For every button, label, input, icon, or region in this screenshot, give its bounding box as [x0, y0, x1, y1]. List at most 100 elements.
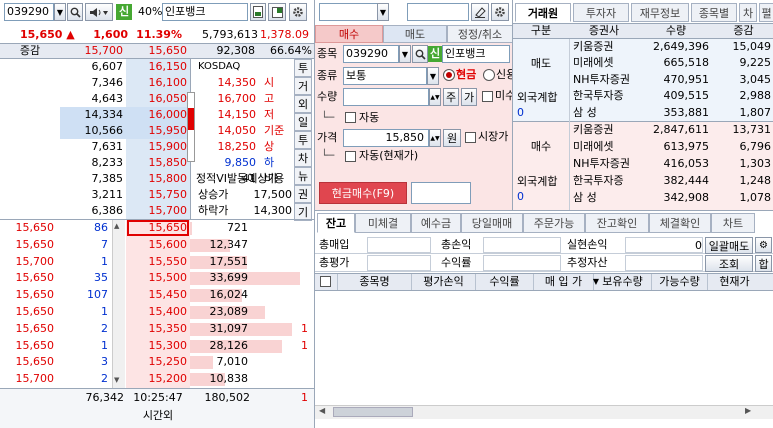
- order-gear-icon[interactable]: [491, 3, 509, 21]
- memo-icon[interactable]: [250, 3, 266, 21]
- order-stock-name: 인포뱅크: [442, 45, 510, 63]
- summary-field-1[interactable]: [367, 255, 431, 271]
- order-type-dropdown[interactable]: ▼: [427, 67, 439, 85]
- credit-radio[interactable]: [483, 69, 495, 81]
- side-tab[interactable]: 외: [294, 95, 312, 113]
- order-extra-field[interactable]: [411, 182, 471, 204]
- broker-tab[interactable]: 펼: [759, 3, 773, 22]
- order-search-icon[interactable]: [412, 45, 428, 63]
- account-tab[interactable]: 미체결: [355, 213, 411, 233]
- account-tab[interactable]: 당일매매: [461, 213, 523, 233]
- tab-sell[interactable]: 매도: [383, 25, 447, 43]
- scroll-up-arrow[interactable]: ▲: [114, 222, 119, 230]
- summary-field-1[interactable]: [367, 237, 431, 253]
- stock-code-input[interactable]: 039290: [4, 3, 54, 21]
- select-all-checkbox[interactable]: [320, 276, 331, 287]
- order-price-input[interactable]: 15,850: [343, 129, 429, 147]
- foreign-buy-label: 외국계합: [517, 175, 558, 188]
- holdings-grid: [315, 291, 773, 405]
- summary-action[interactable]: 조회: [705, 255, 753, 272]
- bid-qty: 721: [227, 221, 248, 234]
- account-tab[interactable]: 차트: [711, 213, 755, 233]
- qty-shares-button[interactable]: 주: [443, 88, 459, 106]
- account-tab[interactable]: 체결확인: [649, 213, 711, 233]
- qty-price-button[interactable]: 가: [461, 88, 477, 106]
- auto-price-checkbox[interactable]: [345, 151, 356, 162]
- side-tab[interactable]: 투: [294, 131, 312, 149]
- account-tab[interactable]: 예수금: [411, 213, 461, 233]
- summary-action[interactable]: 일괄매도: [705, 237, 753, 254]
- side-tab[interactable]: 차: [294, 149, 312, 167]
- trade-price: 15,650: [15, 237, 55, 251]
- broker-tab[interactable]: 차: [739, 3, 757, 22]
- ask-qty: 7,346: [91, 76, 124, 89]
- market-price-checkbox[interactable]: [465, 132, 476, 143]
- side-tab[interactable]: 권: [294, 185, 312, 203]
- order-top-select[interactable]: [319, 3, 379, 21]
- order-panel: ▼ 매수 매도 정정/취소 종목 039290 ▼ 신 인포뱅크 종류 보통 ▼…: [314, 0, 512, 210]
- search-icon[interactable]: [67, 3, 83, 21]
- trade-price: 15,650: [15, 355, 55, 369]
- cash-buy-button[interactable]: 현금매수(F9): [319, 182, 407, 204]
- order-top-dropdown[interactable]: ▼: [377, 3, 389, 21]
- broker-sell-qty: 2,649,396: [653, 40, 709, 53]
- order-code-dropdown[interactable]: ▼: [399, 45, 411, 63]
- ask-qty: 8,233: [91, 156, 124, 169]
- broker-buy-change: 1,303: [739, 157, 772, 170]
- broker-sell-qty: 665,518: [663, 56, 710, 70]
- side-tab[interactable]: 일: [294, 113, 312, 131]
- broker-tab[interactable]: 종목별: [691, 3, 737, 22]
- market-name: KOSDAQ: [198, 61, 241, 72]
- trade-scrollbar[interactable]: [112, 220, 125, 388]
- header-low: 15,650: [148, 44, 188, 57]
- broker-tab[interactable]: 거래원: [515, 3, 571, 22]
- auto-qty-checkbox[interactable]: [345, 112, 356, 123]
- trade-price: 15,650: [15, 221, 55, 234]
- type-label: 종류: [317, 69, 338, 82]
- eraser-icon[interactable]: [471, 3, 489, 21]
- link-icon[interactable]: [268, 3, 286, 21]
- footer-extra: 1: [301, 391, 308, 404]
- tab-modify-cancel[interactable]: 정정/취소: [447, 25, 512, 43]
- qty-spinner[interactable]: ▲▼: [429, 88, 441, 106]
- order-code-input[interactable]: 039290: [343, 45, 399, 63]
- ask-price: 16,000: [148, 108, 188, 121]
- lower-value: 14,300: [253, 204, 293, 217]
- speaker-icon[interactable]: [85, 3, 113, 21]
- ask-qty: 10,566: [84, 124, 124, 137]
- broker-tab[interactable]: 투자자: [573, 3, 629, 22]
- ask-price: 16,100: [148, 76, 188, 89]
- code-dropdown-button[interactable]: ▼: [54, 3, 66, 21]
- side-tab[interactable]: 거: [294, 77, 312, 95]
- summary-field-2[interactable]: [483, 255, 561, 271]
- gear-icon[interactable]: [289, 3, 307, 21]
- price-won-button[interactable]: 원: [443, 129, 461, 147]
- side-tab[interactable]: 뉴: [294, 167, 312, 185]
- summary-sum[interactable]: 합: [755, 255, 772, 272]
- broker-buy-qty: 382,444: [663, 174, 710, 187]
- cash-radio[interactable]: [443, 69, 455, 81]
- info-value: 18,250: [217, 140, 257, 153]
- account-tab[interactable]: 주문가능: [523, 213, 585, 233]
- hscroll-right-arrow[interactable]: ▶: [745, 406, 751, 415]
- hscroll-thumb[interactable]: [333, 407, 413, 417]
- unfilled-checkbox[interactable]: [482, 91, 493, 102]
- holdings-col-dropdown[interactable]: ▼: [591, 274, 601, 290]
- vi-label: 정적VI발동예상가: [196, 172, 278, 185]
- side-tab[interactable]: 투: [294, 59, 312, 77]
- account-gear-icon[interactable]: ⚙: [755, 237, 772, 253]
- broker-buy-qty: 416,053: [663, 157, 710, 170]
- account-tab[interactable]: 잔고확인: [585, 213, 649, 233]
- bid-price: 15,600: [148, 237, 188, 251]
- summary-field-2[interactable]: [483, 237, 561, 253]
- account-tab[interactable]: 잔고: [317, 213, 355, 233]
- order-qty-input[interactable]: [343, 88, 429, 106]
- price-spinner[interactable]: ▲▼: [429, 129, 441, 147]
- scroll-down-arrow[interactable]: ▼: [114, 376, 119, 384]
- order-type-select[interactable]: 보통: [343, 67, 427, 85]
- broker-tab[interactable]: 재무정보: [631, 3, 689, 22]
- info-label: 기준: [264, 124, 285, 137]
- account-password-input[interactable]: [407, 3, 469, 21]
- tab-buy[interactable]: 매수: [315, 25, 383, 43]
- hscroll-left-arrow[interactable]: ◀: [319, 406, 325, 415]
